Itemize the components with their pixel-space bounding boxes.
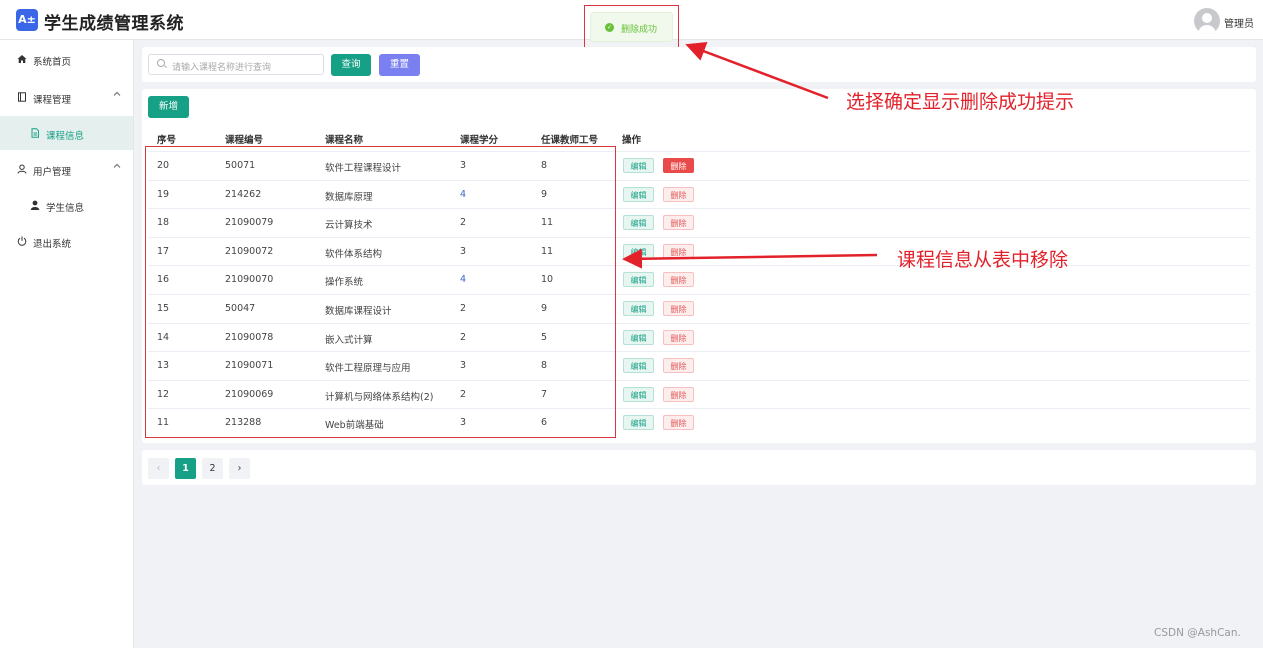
arrow-to-table xyxy=(622,248,878,269)
annotation-toast-note: 选择确定显示删除成功提示 xyxy=(846,91,1075,113)
watermark: CSDN @AshCan. xyxy=(1154,627,1241,639)
arrow-to-toast xyxy=(685,41,829,100)
annotation-table-note: 课程信息从表中移除 xyxy=(897,249,1069,271)
